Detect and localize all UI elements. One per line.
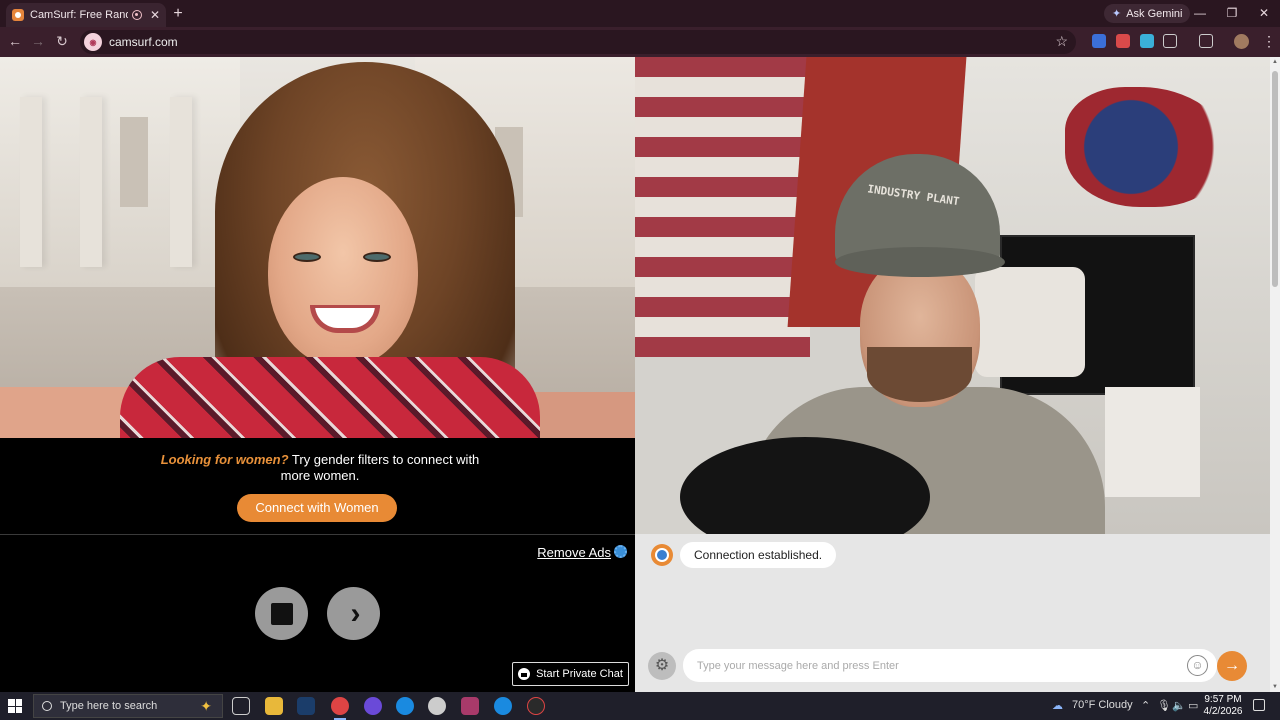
search-icon xyxy=(42,701,52,711)
volume-icon[interactable]: 🔈 xyxy=(1172,699,1186,712)
chat-message-input[interactable] xyxy=(683,649,1217,682)
scroll-down-icon[interactable]: ▼ xyxy=(1272,684,1278,690)
app-icon-4[interactable] xyxy=(494,697,512,715)
ask-gemini-label: Ask Gemini xyxy=(1126,7,1183,20)
network-icon[interactable]: ▭ xyxy=(1188,699,1198,712)
camsurf-page: Looking for women? Try gender filters to… xyxy=(0,57,1270,692)
page-scrollbar[interactable]: ▲ ▼ xyxy=(1270,57,1280,692)
tab-close-icon[interactable]: ✕ xyxy=(150,8,160,22)
partner-video-ad xyxy=(0,57,635,438)
app-icon-2[interactable] xyxy=(396,697,414,715)
ask-gemini-button[interactable]: ✦ Ask Gemini xyxy=(1104,4,1191,23)
browser-tab-strip: CamSurf: Free Random Video ✕ + ✦ Ask Gem… xyxy=(0,0,1280,27)
side-panel-icon[interactable] xyxy=(1199,34,1213,48)
search-placeholder: Type here to search xyxy=(60,700,158,712)
self-video: INDUSTRY PLANT xyxy=(635,57,1270,534)
microphone-icon[interactable]: 🎙 xyxy=(1157,699,1171,712)
task-view-icon[interactable] xyxy=(232,697,250,715)
remove-ads-badge-icon[interactable] xyxy=(614,545,627,558)
stop-button[interactable] xyxy=(255,587,308,640)
site-info-icon[interactable]: ◉ xyxy=(84,33,102,51)
steam-icon[interactable] xyxy=(297,697,315,715)
camsurf-favicon-icon xyxy=(12,9,24,21)
extension-icon-1[interactable] xyxy=(1092,34,1106,48)
app-icon-5[interactable] xyxy=(527,697,545,715)
new-tab-button[interactable]: + xyxy=(170,5,186,23)
windows-start-icon[interactable] xyxy=(8,699,22,713)
promo-text: Looking for women? Try gender filters to… xyxy=(160,452,480,484)
clock-date: 4/2/2026 xyxy=(1203,706,1243,717)
lock-icon xyxy=(518,668,531,680)
stop-icon xyxy=(270,602,293,625)
send-button[interactable]: → xyxy=(1217,651,1247,681)
striped-flag xyxy=(635,57,810,357)
windows-taskbar: Type here to search ✦ ☁ 70°F Cloudy ⌃ 🎙 … xyxy=(0,692,1280,720)
clock-time: 9:57 PM xyxy=(1204,694,1242,705)
tray-chevron-icon[interactable]: ⌃ xyxy=(1141,699,1150,712)
weather-text[interactable]: 70°F Cloudy xyxy=(1072,699,1133,711)
emoji-icon[interactable]: ☺ xyxy=(1187,655,1208,676)
promo-highlight: Looking for women? xyxy=(160,452,289,467)
woman-face xyxy=(268,177,418,367)
bookmark-star-icon[interactable]: ☆ xyxy=(1055,33,1068,50)
close-window-button[interactable]: ✕ xyxy=(1248,0,1280,27)
taskbar-search[interactable]: Type here to search ✦ xyxy=(33,694,223,718)
scrollbar-thumb[interactable] xyxy=(1272,71,1278,287)
plaid-shirt xyxy=(120,357,540,438)
start-private-chat-button[interactable]: Start Private Chat xyxy=(512,662,629,686)
gaming-chair xyxy=(975,267,1085,377)
chrome-icon[interactable] xyxy=(331,697,349,720)
winrar-icon[interactable] xyxy=(461,697,479,715)
forward-arrow-icon[interactable]: → xyxy=(30,33,46,49)
back-arrow-icon[interactable]: ← xyxy=(7,33,23,49)
chat-panel: Connection established. ⚙ ☺ → xyxy=(635,534,1270,692)
file-explorer-icon[interactable] xyxy=(265,697,283,715)
restore-button[interactable]: ❐ xyxy=(1216,0,1248,27)
browser-toolbar: ← → ↻ ◉ camsurf.com ☆ xyxy=(0,27,1280,57)
browser-tab[interactable]: CamSurf: Free Random Video ✕ xyxy=(6,3,166,27)
tab-title: CamSurf: Free Random Video xyxy=(30,9,128,21)
address-bar[interactable]: ◉ camsurf.com ☆ xyxy=(80,30,1076,54)
app-icon-3[interactable] xyxy=(428,697,446,715)
gemini-spark-icon: ✦ xyxy=(1112,8,1122,20)
app-icon-1[interactable] xyxy=(364,697,382,715)
private-chat-label: Start Private Chat xyxy=(536,668,623,680)
settings-gear-icon[interactable]: ⚙ xyxy=(648,652,676,680)
gender-filter-promo: Looking for women? Try gender filters to… xyxy=(0,438,635,534)
video-controls: Remove Ads › Start Private Chat xyxy=(0,535,635,692)
window-controls: — ❐ ✕ xyxy=(1184,0,1280,27)
reload-icon[interactable]: ↻ xyxy=(54,33,70,50)
chevron-right-icon: › xyxy=(350,596,361,630)
system-avatar-icon xyxy=(651,544,673,566)
search-highlight-icon: ✦ xyxy=(200,697,212,714)
background-building xyxy=(0,57,240,287)
chat-message: Connection established. xyxy=(680,542,837,568)
notifications-icon[interactable] xyxy=(1253,699,1265,711)
recording-indicator-icon xyxy=(131,10,142,20)
url-text: camsurf.com xyxy=(109,35,178,49)
system-clock[interactable]: 9:57 PM 4/2/2026 xyxy=(1200,694,1246,718)
weather-cloud-icon[interactable]: ☁ xyxy=(1052,699,1063,712)
scroll-up-icon[interactable]: ▲ xyxy=(1272,59,1278,65)
minimize-button[interactable]: — xyxy=(1184,0,1216,27)
next-button[interactable]: › xyxy=(327,587,380,640)
extension-icon-2[interactable] xyxy=(1116,34,1130,48)
remove-ads-link[interactable]: Remove Ads xyxy=(537,545,611,560)
connect-with-women-button[interactable]: Connect with Women xyxy=(237,494,397,522)
extensions-puzzle-icon[interactable] xyxy=(1163,34,1177,48)
profile-avatar[interactable] xyxy=(1234,34,1249,49)
browser-menu-icon[interactable]: ⋮ xyxy=(1262,33,1276,50)
promo-body: Try gender filters to connect with more … xyxy=(280,452,480,483)
extension-icon-3[interactable] xyxy=(1140,34,1154,48)
